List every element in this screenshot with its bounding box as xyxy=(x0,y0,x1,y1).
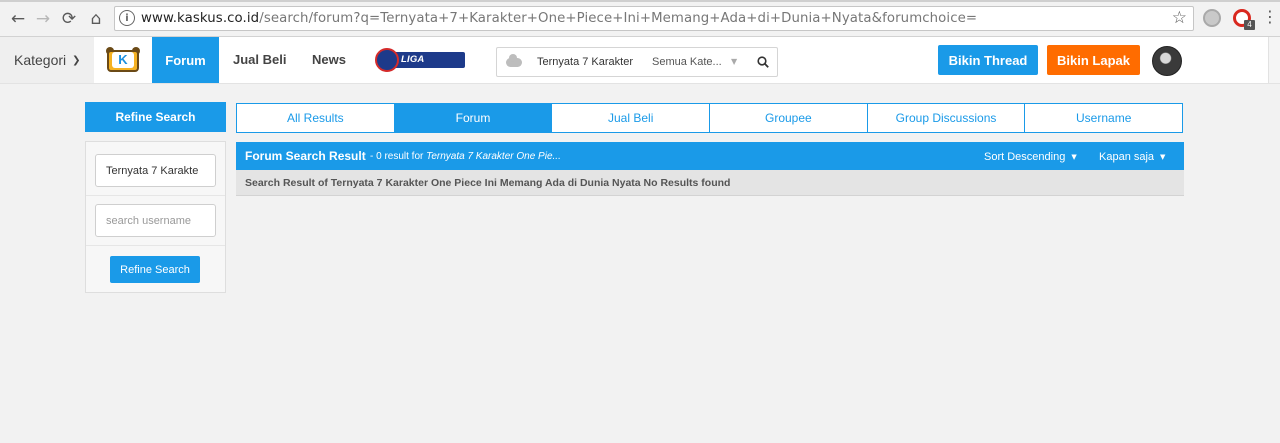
result-message-row: Search Result of Ternyata 7 Karakter One… xyxy=(236,170,1184,196)
site-header: Kategori ❯ K Forum Jual Beli News LIGA I… xyxy=(0,37,1280,84)
opera-extension-icon[interactable]: 4 xyxy=(1233,9,1255,30)
user-avatar[interactable] xyxy=(1152,46,1182,76)
tab-username[interactable]: Username xyxy=(1025,104,1182,132)
extension-badge: 4 xyxy=(1244,20,1255,30)
refine-search-button[interactable]: Refine Search xyxy=(110,256,200,283)
tab-group-discussions[interactable]: Group Discussions xyxy=(868,104,1026,132)
reload-icon[interactable]: ⟳ xyxy=(59,9,79,29)
liga-inggris-logo[interactable]: LIGA INGGRIS xyxy=(375,48,465,81)
keyword-field[interactable]: Ternyata 7 Karakte xyxy=(95,154,216,187)
caret-down-icon: ▼ xyxy=(1160,153,1166,161)
username-field[interactable]: search username xyxy=(95,204,216,237)
page-scrollbar[interactable] xyxy=(1268,84,1280,443)
bikin-lapak-button[interactable]: Bikin Lapak xyxy=(1047,45,1140,75)
tab-jual-beli[interactable]: Jual Beli xyxy=(552,104,711,132)
no-results-message: Search Result of Ternyata 7 Karakter One… xyxy=(245,177,731,189)
caret-down-icon: ▼ xyxy=(1071,153,1077,161)
header-search-input[interactable]: Ternyata 7 Karakter xyxy=(537,56,635,68)
result-query: Ternyata 7 Karakter One Pie... xyxy=(426,151,561,162)
search-category-select[interactable]: Semua Kate... xyxy=(652,56,722,68)
liga-inggris-badge-icon xyxy=(375,48,399,72)
refine-search-panel: Ternyata 7 Karakte search username Refin… xyxy=(85,141,226,293)
nav-jual-beli[interactable]: Jual Beli xyxy=(233,52,286,67)
tab-groupee[interactable]: Groupee xyxy=(710,104,868,132)
globe-extension-icon[interactable] xyxy=(1203,9,1221,27)
result-title: Forum Search Result xyxy=(245,149,366,163)
tab-forum[interactable]: Forum xyxy=(394,104,553,132)
sort-label: Sort Descending xyxy=(984,151,1066,163)
nav-forum[interactable]: Forum xyxy=(152,37,219,83)
sort-dropdown[interactable]: Sort Descending ▼ xyxy=(984,151,1077,163)
time-filter-label: Kapan saja xyxy=(1099,151,1155,163)
info-icon[interactable]: i xyxy=(119,10,135,26)
divider xyxy=(86,245,225,246)
bikin-thread-button[interactable]: Bikin Thread xyxy=(938,45,1038,75)
browser-menu-icon[interactable]: ⋮ xyxy=(1262,9,1278,25)
time-filter-dropdown[interactable]: Kapan saja ▼ xyxy=(1099,151,1165,163)
search-icon[interactable] xyxy=(757,56,769,68)
kaskus-logo[interactable]: K xyxy=(104,47,142,75)
url-path: /search/forum?q=Ternyata+7+Karakter+One+… xyxy=(259,11,978,26)
url-host: www.kaskus.co.id xyxy=(141,11,260,26)
home-icon[interactable]: ⌂ xyxy=(86,9,106,29)
kategori-label: Kategori xyxy=(14,52,67,68)
star-icon[interactable]: ☆ xyxy=(1172,8,1187,28)
url-text[interactable]: www.kaskus.co.id/search/forum?q=Ternyata… xyxy=(141,11,977,26)
result-header: Forum Search Result - 0 result for Terny… xyxy=(236,142,1184,170)
logo-k-icon: K xyxy=(112,52,134,68)
tab-all-results[interactable]: All Results xyxy=(237,104,395,132)
nav-news[interactable]: News xyxy=(312,52,346,67)
caret-down-icon: ▼ xyxy=(731,57,738,66)
cloud-icon xyxy=(506,54,522,67)
browser-toolbar: ← → ⟳ ⌂ i www.kaskus.co.id/search/forum?… xyxy=(0,0,1280,37)
back-icon[interactable]: ← xyxy=(8,9,28,29)
refine-search-title: Refine Search xyxy=(85,102,226,132)
scrollbar-top xyxy=(1268,37,1280,83)
result-count: - 0 result for Ternyata 7 Karakter One P… xyxy=(370,151,561,162)
result-tabs: All Results Forum Jual Beli Groupee Grou… xyxy=(236,103,1183,133)
chevron-down-icon: ❯ xyxy=(72,54,81,66)
tab-strip-edge xyxy=(0,0,1280,2)
header-search[interactable]: Ternyata 7 Karakter Semua Kate... ▼ xyxy=(496,47,778,77)
address-bar[interactable]: i www.kaskus.co.id/search/forum?q=Ternya… xyxy=(114,6,1194,31)
result-count-text: - 0 result for xyxy=(370,151,427,162)
divider xyxy=(86,195,225,196)
forward-icon[interactable]: → xyxy=(33,9,53,29)
kategori-dropdown[interactable]: Kategori ❯ xyxy=(0,37,94,83)
